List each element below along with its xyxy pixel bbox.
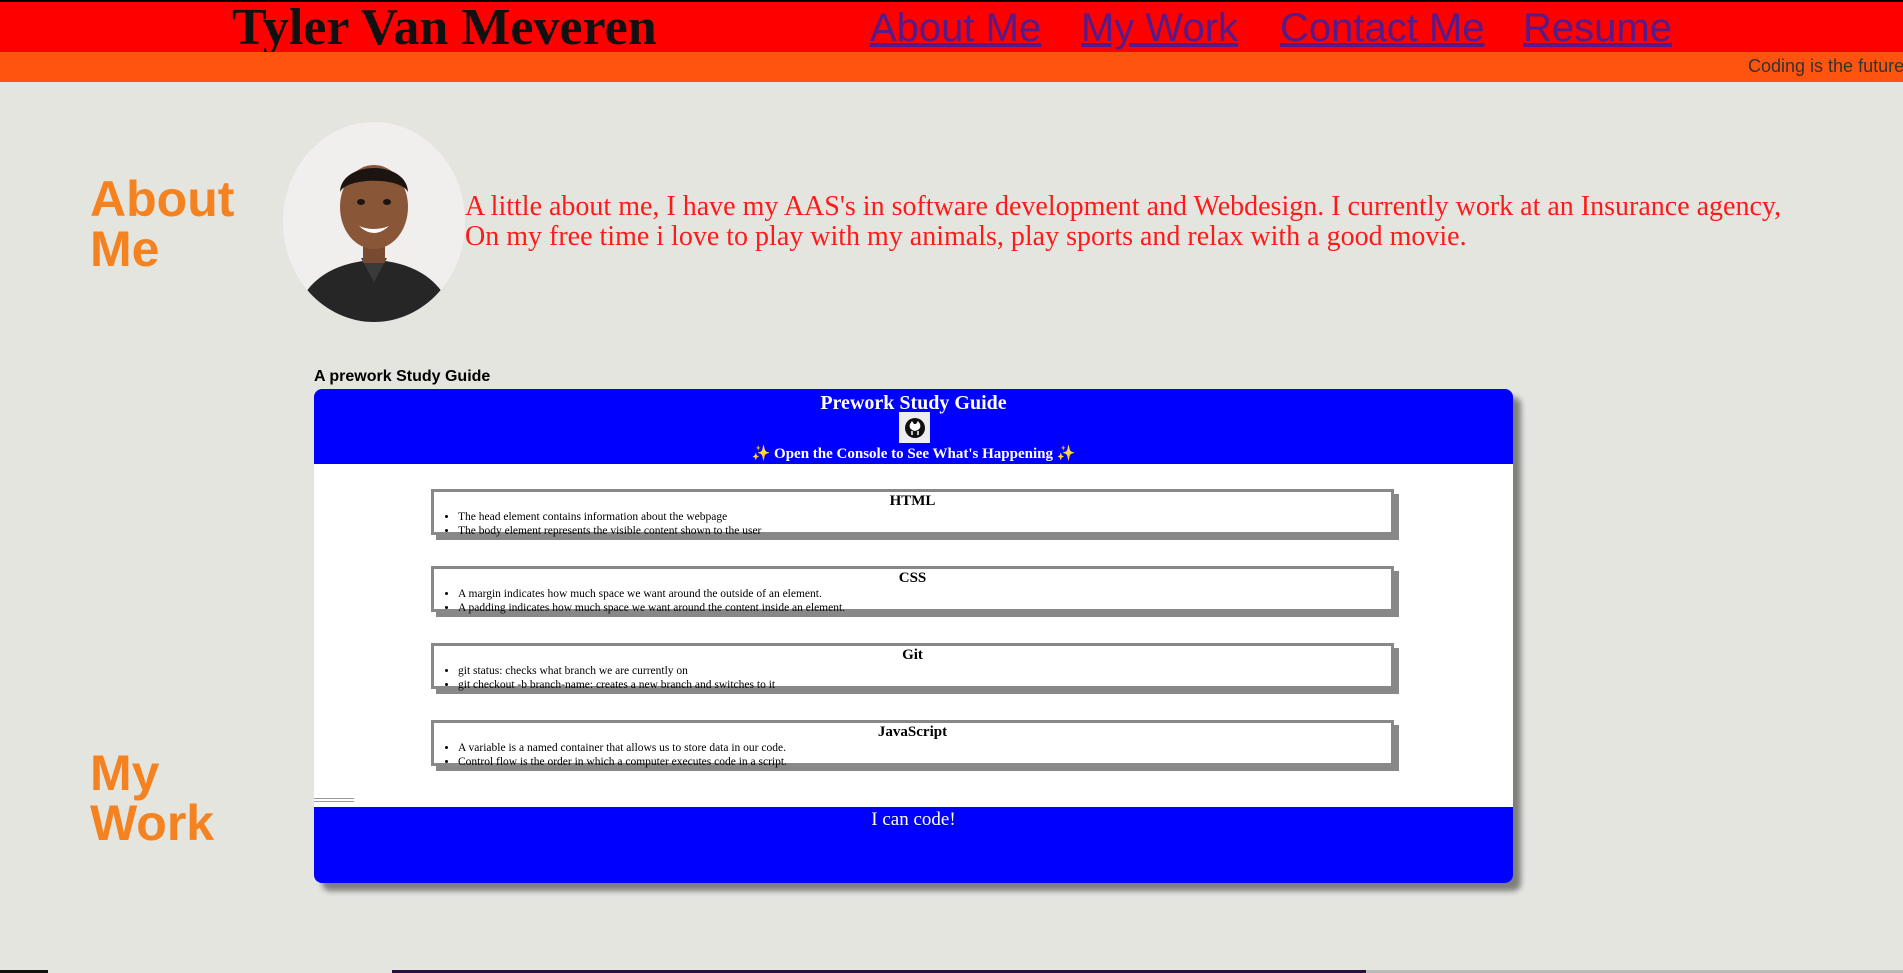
card-title: Git: [902, 647, 923, 663]
nav-link-contact-me[interactable]: Contact Me: [1280, 4, 1485, 52]
site-header: Tyler Van Meveren About Me My Work Conta…: [0, 0, 1903, 56]
console-note: ✨ Open the Console to See What's Happeni…: [751, 446, 1076, 462]
nav-link-about-me[interactable]: About Me: [870, 4, 1041, 52]
card-list: The head element contains information ab…: [434, 510, 1391, 538]
card-title: JavaScript: [877, 724, 948, 740]
footer-text: I can code!: [871, 809, 956, 830]
about-heading: About Me: [90, 171, 235, 277]
project-caption: A prework Study Guide: [314, 368, 491, 385]
marquee-text: Coding is the future: [1748, 56, 1903, 76]
list-item: Control flow is the order in which a com…: [458, 755, 1391, 769]
nav-link-resume[interactable]: Resume: [1523, 4, 1672, 52]
card-list: A variable is a named container that all…: [434, 741, 1391, 769]
bottom-cards-edge: [0, 968, 1903, 973]
list-item: The head element contains information ab…: [458, 510, 1391, 524]
card-title: CSS: [898, 570, 927, 586]
avatar: [283, 122, 465, 322]
list-item: git status: checks what branch we are cu…: [458, 664, 1391, 678]
profile-photo-icon: [283, 122, 465, 322]
site-title: Tyler Van Meveren: [232, 0, 657, 56]
marquee-banner: Coding is the future: [0, 52, 1903, 82]
card-list: git status: checks what branch we are cu…: [434, 664, 1391, 692]
card-git: Git git status: checks what branch we ar…: [431, 643, 1394, 692]
list-item: git checkout -b branch-name: creates a n…: [458, 678, 1391, 692]
nav-link-my-work[interactable]: My Work: [1081, 4, 1238, 52]
list-item: A padding indicates how much space we wa…: [458, 601, 1391, 615]
card-title: HTML: [889, 493, 936, 509]
divider: [314, 798, 354, 802]
list-item: The body element represents the visible …: [458, 524, 1391, 538]
about-text: A little about me, I have my AAS's in so…: [465, 191, 1782, 252]
work-heading: My Work: [90, 745, 215, 851]
study-guide-embed[interactable]: Prework Study Guide ✨ Open the Console t…: [314, 389, 1513, 883]
card-html: HTML The head element contains informati…: [431, 489, 1394, 538]
list-item: A margin indicates how much space we wan…: [458, 587, 1391, 601]
card-css: CSS A margin indicates how much space we…: [431, 566, 1394, 615]
card-javascript: JavaScript A variable is a named contain…: [431, 720, 1394, 769]
guide-footer: I can code!: [314, 807, 1513, 883]
list-item: A variable is a named container that all…: [458, 741, 1391, 755]
guide-header: Prework Study Guide ✨ Open the Console t…: [314, 389, 1513, 464]
github-octocat-icon: [899, 412, 930, 443]
card-list: A margin indicates how much space we wan…: [434, 587, 1391, 615]
